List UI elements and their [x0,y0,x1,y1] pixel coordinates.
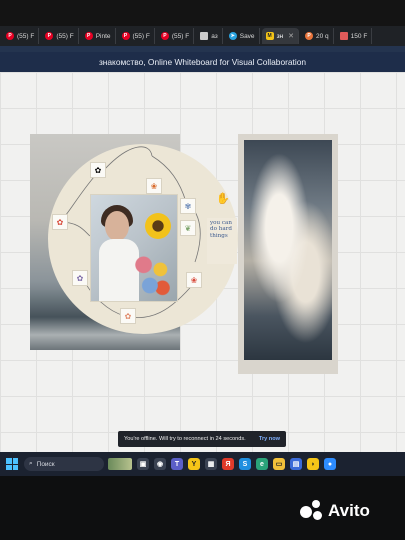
tab-label: (55) F [171,32,190,40]
flower-sticker[interactable]: ✿ [52,214,68,230]
taskbar-search-box[interactable]: ⌕ Поиск [24,457,104,471]
flower-sticker[interactable]: ❀ [186,272,202,288]
hand-cursor-icon: ✋ [216,193,230,205]
document-icon [200,32,209,40]
flower-sticker[interactable]: ✾ [180,198,196,214]
tab-label: (55) F [56,32,74,40]
telegram-icon: ➤ [228,32,237,40]
wave-photo-right[interactable] [238,134,338,374]
flower-sticker[interactable]: ✿ [72,270,88,286]
whiteboard-canvas[interactable]: ✿ ❀ ✿ ✾ ❦ ✿ ❀ ✿ you can do hard things ✋… [0,72,405,452]
generic-tab-icon [339,32,348,40]
flower-sticker[interactable]: ❀ [146,178,162,194]
browser-tab[interactable]: P (55) F [118,28,155,44]
flower-sticker[interactable]: ❦ [180,220,196,236]
tab-label: 20 q [316,32,329,40]
browser-tab-active[interactable]: M зн ✕ [261,28,300,44]
avito-logo-icon [300,500,324,522]
camera-icon[interactable]: ◉ [154,458,166,470]
windows-taskbar: ⌕ Поиск ▣ ◉ T Y ▦ Я S e ▭ ▤ ◗ ● [0,452,405,476]
close-icon[interactable]: ✕ [288,32,294,40]
search-icon: ⌕ [29,460,33,467]
tab-label: (55) F [17,32,35,40]
avito-wordmark: Avito [328,501,370,520]
yandex-browser-icon[interactable]: Y [188,458,200,470]
pinterest-icon: P [160,32,169,40]
search-label: Поиск [36,460,55,468]
wave-image [244,140,332,360]
browser-tab-strip: P (55) F P (55) F P Pinte P (55) F P (55… [0,26,405,46]
browser-tab[interactable]: ➤ Save [225,28,260,44]
skype-icon[interactable]: S [239,458,251,470]
face-shape [105,211,129,241]
flower-bouquet [131,251,173,297]
browser-tab[interactable]: аз [196,28,223,44]
quote-card[interactable]: you can do hard things [207,218,237,264]
tab-label: зн [276,32,284,40]
pinterest-icon: P [121,32,130,40]
browser-tab[interactable]: P 20 q [301,28,334,44]
yandex-icon[interactable]: Я [222,458,234,470]
widgets-icon[interactable] [108,458,132,470]
sunflower-icon [145,213,171,239]
tab-label: аз [211,32,218,40]
flower-sticker[interactable]: ✿ [90,162,106,178]
connector-line [103,146,153,171]
pinterest-icon: P [45,32,54,40]
pinterest-icon: P [305,32,314,40]
tab-label: 150 F [350,32,368,40]
browser-tab[interactable]: P (55) F [157,28,195,44]
photos-icon[interactable]: ▤ [290,458,302,470]
screen-top-bezel [0,0,405,26]
try-now-button[interactable]: Try now [259,436,280,442]
folder-icon[interactable]: ▭ [273,458,285,470]
store-icon[interactable]: ▦ [205,458,217,470]
portrait-photo[interactable] [90,194,178,302]
toast-message: You're offline. Will try to reconnect in… [124,436,246,442]
pinterest-icon: P [6,32,14,40]
file-explorer-icon[interactable]: ▣ [137,458,149,470]
app-icon[interactable]: ◗ [307,458,319,470]
tab-label: (55) F [132,32,150,40]
edge-icon[interactable]: e [256,458,268,470]
browser-tab[interactable]: P Pinte [81,28,116,44]
offline-toast: You're offline. Will try to reconnect in… [118,431,286,447]
windows-start-icon[interactable] [6,458,18,470]
tab-label: Save [239,32,255,40]
miro-icon: M [265,32,274,40]
pinterest-icon: P [84,32,93,40]
avito-watermark: Avito [300,500,370,522]
page-title: знакомство, Online Whiteboard for Visual… [0,52,405,72]
connector-lines [59,146,201,319]
teams-icon[interactable]: T [171,458,183,470]
zoom-icon[interactable]: ● [324,458,336,470]
tab-label: Pinte [95,32,111,40]
browser-tab[interactable]: P (55) F [41,28,79,44]
browser-tab[interactable]: P (55) F [2,28,40,44]
flower-sticker[interactable]: ✿ [120,308,136,324]
browser-tab[interactable]: 150 F [336,28,373,44]
